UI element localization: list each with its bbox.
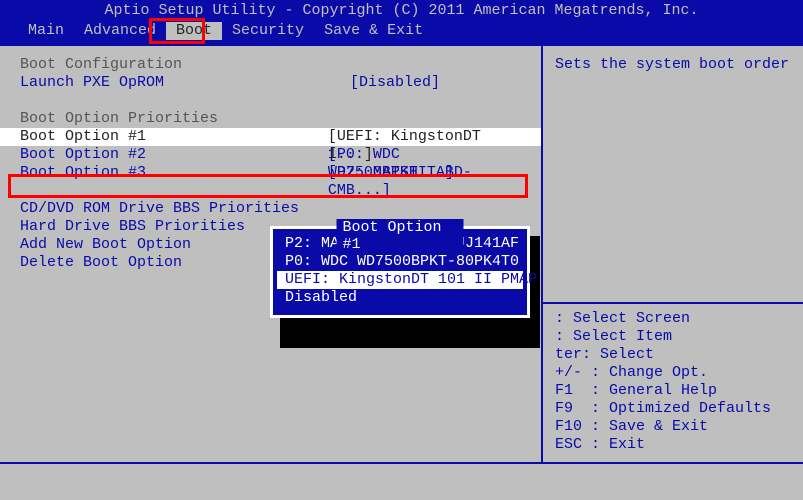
popup-body: Boot Option #1 P2: MATSHITABD-CMB UJ141A… (270, 226, 530, 318)
boot-option-2-value: [P0: WDC WD7500BPKT...] (328, 146, 521, 164)
boot-option-1[interactable]: Boot Option #1 [UEFI: KingstonDT 1...] (0, 128, 541, 146)
help-keys: : Select Screen : Select Item ter: Selec… (555, 310, 791, 454)
launch-pxe-option[interactable]: Launch PXE OpROM [Disabled] (20, 74, 521, 92)
menu-security[interactable]: Security (222, 22, 314, 40)
boot-option-2[interactable]: Boot Option #2 [P0: WDC WD7500BPKT...] (20, 146, 521, 164)
popup-item-3[interactable]: Disabled (285, 289, 515, 307)
help-description: Sets the system boot order (555, 56, 791, 73)
boot-option-3-label: Boot Option #3 (20, 164, 328, 182)
cd-dvd-priorities[interactable]: CD/DVD ROM Drive BBS Priorities (20, 200, 521, 218)
popup-title: Boot Option #1 (337, 219, 464, 253)
boot-option-3[interactable]: Boot Option #3 [P2: MATSHITABD-CMB...] (20, 164, 521, 182)
header-title: Aptio Setup Utility - Copyright (C) 2011… (0, 0, 803, 20)
launch-pxe-value: [Disabled] (350, 74, 440, 92)
boot-configuration-heading: Boot Configuration (20, 56, 521, 74)
popup-item-1[interactable]: P0: WDC WD7500BPKT-80PK4T0 (285, 253, 515, 271)
boot-option-1-label: Boot Option #1 (20, 128, 328, 146)
menu-main[interactable]: Main (18, 22, 74, 40)
boot-option-popup: Boot Option #1 P2: MATSHITABD-CMB UJ141A… (270, 226, 530, 318)
launch-pxe-label: Launch PXE OpROM (20, 74, 350, 92)
right-divider (543, 302, 803, 304)
boot-option-3-value: [P2: MATSHITABD-CMB...] (328, 164, 521, 182)
priorities-heading: Boot Option Priorities (20, 110, 521, 128)
boot-option-1-value: [UEFI: KingstonDT 1...] (328, 128, 521, 146)
popup-item-2[interactable]: UEFI: KingstonDT 101 II PMAP (277, 271, 523, 289)
boot-option-2-label: Boot Option #2 (20, 146, 328, 164)
menu-advanced[interactable]: Advanced (74, 22, 166, 40)
menu-bar: Main Advanced Boot Security Save & Exit (0, 20, 803, 44)
menu-boot[interactable]: Boot (166, 22, 222, 40)
right-panel: Sets the system boot order : Select Scre… (543, 46, 803, 462)
menu-save-exit[interactable]: Save & Exit (314, 22, 433, 40)
